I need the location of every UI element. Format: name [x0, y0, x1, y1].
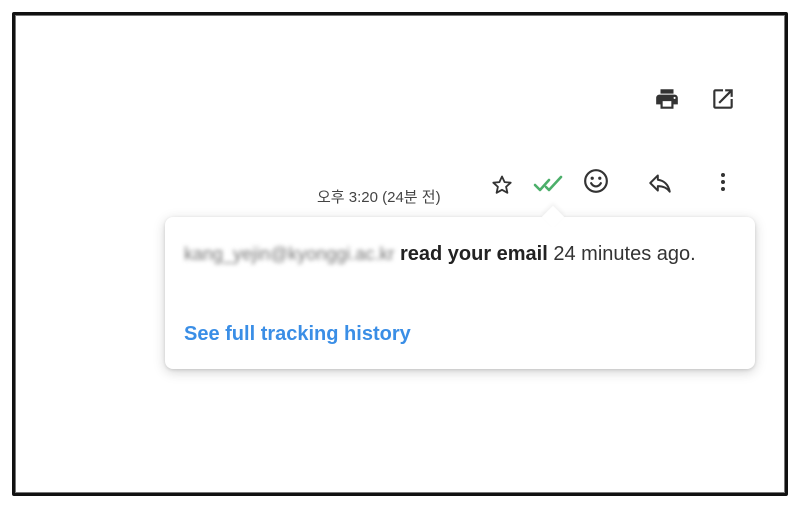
tracking-history-link[interactable]: See full tracking history	[184, 323, 411, 346]
read-receipt-button[interactable]	[533, 168, 565, 200]
printer-icon	[656, 89, 678, 109]
tracking-message: kang_yejin@kyonggi.ac.kr read your email…	[184, 239, 734, 270]
emoji-reaction-button[interactable]	[580, 165, 612, 197]
recipient-email: kang_yejin@kyonggi.ac.kr	[184, 244, 395, 264]
double-check-icon	[533, 175, 563, 192]
emoji-icon	[584, 169, 608, 193]
star-icon	[492, 175, 512, 194]
open-in-new-window-button[interactable]	[707, 83, 739, 115]
print-button[interactable]	[651, 83, 683, 115]
read-time-text: 24 minutes ago.	[553, 243, 696, 265]
reply-button[interactable]	[644, 167, 676, 199]
message-timestamp: 오후 3:20 (24분 전)	[317, 189, 441, 206]
more-vert-icon	[721, 173, 725, 191]
star-button[interactable]	[486, 169, 518, 201]
tracking-popup: kang_yejin@kyonggi.ac.kr read your email…	[165, 205, 755, 369]
reply-icon	[649, 174, 671, 193]
read-status-text: read your email	[399, 243, 548, 265]
open-in-new-icon	[713, 89, 733, 109]
more-options-button[interactable]	[707, 166, 739, 198]
